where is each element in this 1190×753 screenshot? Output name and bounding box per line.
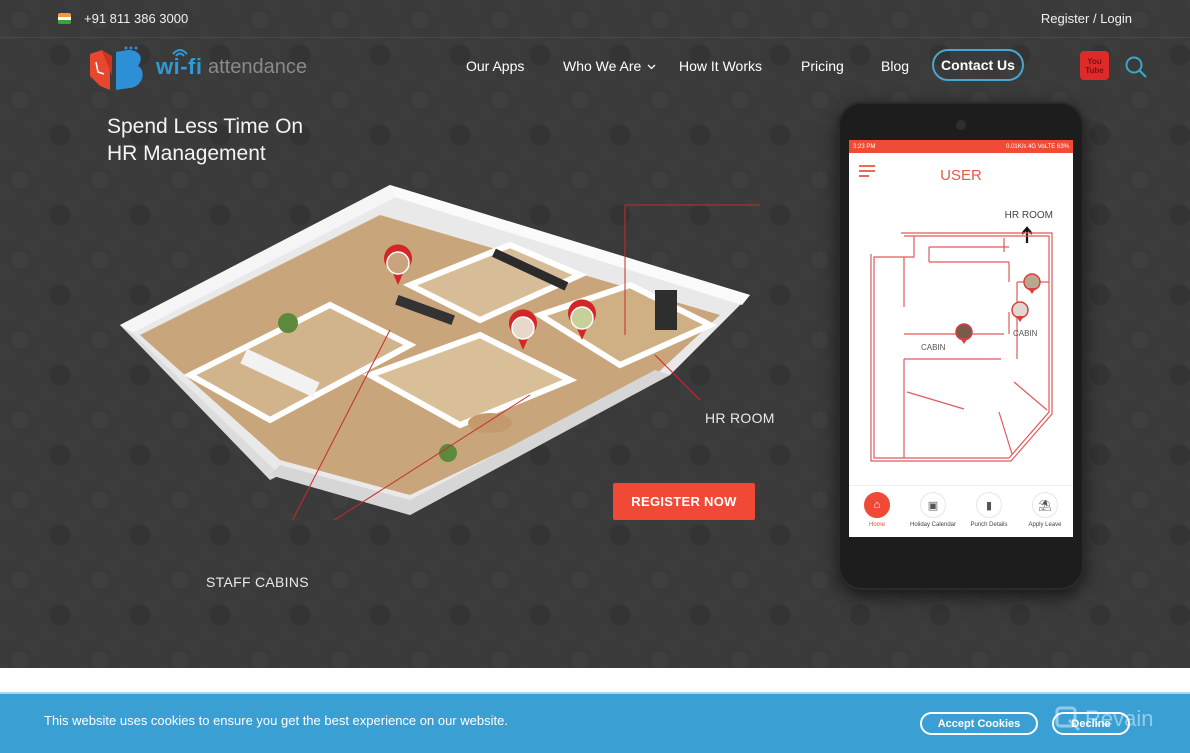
hero-headline: Spend Less Time On HR Management: [107, 113, 303, 167]
headline-line-2: HR Management: [107, 142, 266, 165]
home-icon: ⌂: [864, 492, 890, 518]
site-logo[interactable]: wi-fi attendance: [88, 46, 318, 92]
app-tab-bar: ⌂ Home ▣ Holiday Calendar ▮ Punch Detail…: [849, 485, 1073, 537]
cookie-message: This website uses cookies to ensure you …: [44, 713, 508, 728]
tab-home[interactable]: ⌂ Home: [849, 492, 905, 528]
hr-room-label: HR ROOM: [705, 410, 775, 426]
calendar-icon: ▣: [920, 492, 946, 518]
nav-pricing[interactable]: Pricing: [801, 58, 844, 74]
phone-camera: [956, 120, 966, 130]
phone-status-bar: 3:23 PM 0.01K/s 4G VoLTE 63%: [849, 140, 1073, 153]
tab-home-label: Home: [868, 522, 885, 528]
tab-holiday-calendar[interactable]: ▣ Holiday Calendar: [905, 492, 961, 528]
phone-number[interactable]: +91 811 386 3000: [84, 11, 188, 26]
map-cabin-right-label: CABIN: [1013, 329, 1038, 338]
revain-logo-icon: [1055, 706, 1081, 732]
revain-watermark: Revain: [1055, 706, 1153, 732]
white-spacer: [0, 668, 1190, 692]
leave-icon: ⛱: [1032, 492, 1058, 518]
status-time: 3:23 PM: [853, 143, 876, 150]
phone-screen: 3:23 PM 0.01K/s 4G VoLTE 63% USER HR ROO…: [849, 140, 1073, 537]
auth-links: Register / Login: [1041, 11, 1132, 26]
search-icon[interactable]: [1124, 55, 1148, 79]
clipboard-icon: ▮: [976, 492, 1002, 518]
youtube-text-tube: Tube: [1085, 65, 1104, 75]
india-flag-icon: [58, 13, 71, 24]
tab-apply-leave-label: Apply Leave: [1028, 522, 1062, 528]
hero-section: +91 811 386 3000 Register / Login wi-fi …: [0, 0, 1190, 668]
contact-us-button[interactable]: Contact Us: [932, 49, 1024, 81]
logo-attendance-text: attendance: [208, 56, 307, 78]
staff-cabins-label: STAFF CABINS: [206, 574, 309, 590]
register-link[interactable]: Register: [1041, 11, 1089, 26]
top-bar: +91 811 386 3000 Register / Login: [0, 0, 1190, 38]
tab-punch-details-label: Punch Details: [970, 522, 1008, 528]
tab-punch-details[interactable]: ▮ Punch Details: [961, 492, 1017, 528]
auth-separator: /: [1092, 11, 1097, 26]
nav-who-we-are-label: Who We Are: [563, 58, 642, 74]
login-link[interactable]: Login: [1100, 11, 1132, 26]
accept-cookies-button[interactable]: Accept Cookies: [920, 712, 1038, 735]
youtube-icon[interactable]: You Tube: [1080, 51, 1109, 80]
map-pin-cabin-right-1: [1011, 301, 1029, 322]
headline-line-1: Spend Less Time On: [107, 115, 304, 138]
floor-map: [870, 232, 1053, 462]
app-title: USER: [940, 167, 982, 184]
cookie-banner: This website uses cookies to ensure you …: [0, 692, 1190, 753]
nav-who-we-are[interactable]: Who We Are: [563, 58, 656, 74]
chevron-down-icon: [647, 64, 656, 70]
map-hr-room-label: HR ROOM: [1004, 210, 1053, 221]
tab-holiday-calendar-label: Holiday Calendar: [909, 522, 957, 528]
logo-wifi-text: wi-fi: [156, 54, 203, 79]
status-indicators: 0.01K/s 4G VoLTE 63%: [1006, 143, 1069, 150]
nav-our-apps[interactable]: Our Apps: [466, 58, 524, 74]
register-now-button[interactable]: REGISTER NOW: [613, 483, 755, 520]
nav-how-it-works[interactable]: How It Works: [679, 58, 762, 74]
logo-mark-icon: [90, 46, 143, 90]
office-floorplan-illustration: [120, 185, 760, 520]
map-cabin-left-label: CABIN: [921, 343, 946, 352]
map-pin-cabin-right-2: [1023, 273, 1041, 294]
tab-apply-leave[interactable]: ⛱ Apply Leave: [1017, 492, 1073, 528]
revain-text: Revain: [1085, 706, 1154, 731]
youtube-text-you: You: [1087, 56, 1102, 66]
nav-blog[interactable]: Blog: [881, 58, 909, 74]
map-pin-cabin-left: [955, 323, 973, 344]
